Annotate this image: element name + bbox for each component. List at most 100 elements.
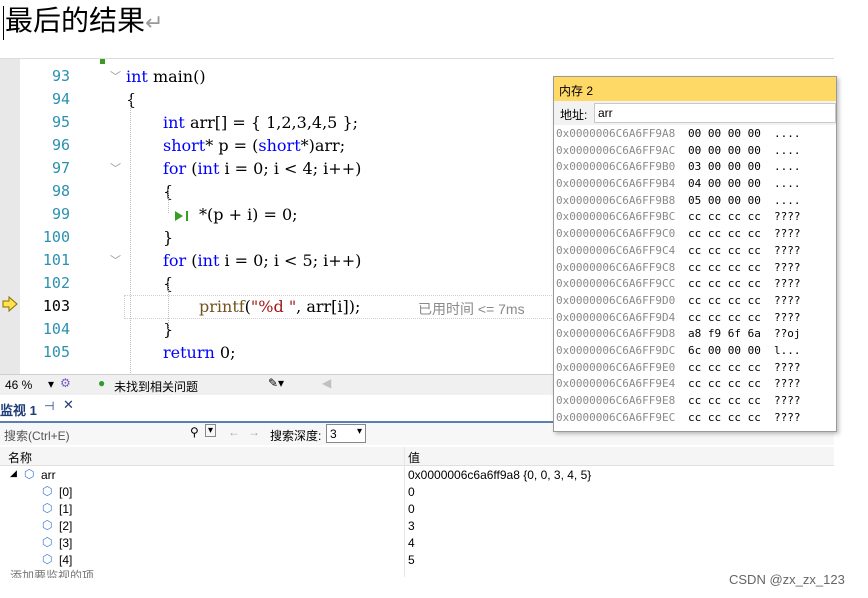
watch-row-value[interactable]: 0x0000006c6a6ff9a8 {0, 0, 3, 4, 5} [408,468,591,482]
tab-watch-1[interactable]: 监视 1 [0,400,37,419]
watch-row-value[interactable]: 5 [408,553,415,567]
memory-row[interactable]: 0x0000006C6A6FF9D8 a8 f9 6f 6a ??oj [556,326,836,343]
column-value-header[interactable]: 值 [408,449,420,466]
code-text: *(p + i) = 0; [199,203,298,226]
memory-row[interactable]: 0x0000006C6A6FF9B8 05 00 00 00.... [556,193,836,210]
watch-row-value[interactable]: 3 [408,519,415,533]
memory-row[interactable]: 0x0000006C6A6FF9DC 6c 00 00 00 l... [556,343,836,360]
memory-address: 0x0000006C6A6FF9B0 [556,160,676,174]
watch-row-element[interactable]: ⬡ [0] 0 [0,484,834,501]
memory-address: 0x0000006C6A6FF9E8 [556,394,676,407]
back-arrow-icon[interactable]: ← [228,425,240,439]
watch-row-arr[interactable]: ◢ ⬡ arr 0x0000006c6a6ff9a8 {0, 0, 3, 4, … [0,467,834,484]
memory-row[interactable]: 0x0000006C6A6FF9E4 cc cc cc cc???? [556,376,836,393]
line-number: 99 [51,205,70,223]
memory-row[interactable]: 0x0000006C6A6FF9D0 cc cc cc cc???? [556,293,836,310]
memory-row[interactable]: 0x0000006C6A6FF9BC cc cc cc cc???? [556,209,836,226]
memory-row[interactable]: 0x0000006C6A6FF9C8 cc cc cc cc???? [556,260,836,277]
memory-bytes: 03 00 00 00 [688,160,761,174]
memory-row[interactable]: 0x0000006C6A6FF9AC 00 00 00 00.... [556,143,836,160]
fold-chevron-icon[interactable]: ﹀ [110,65,121,88]
run-to-click-icon[interactable] [174,209,192,223]
memory-address: 0x0000006C6A6FF9AC [556,143,676,157]
memory-address: 0x0000006C6A6FF9D8 [556,327,676,341]
code-token: main() [147,67,206,86]
zoom-dropdown-icon[interactable]: ▾ [48,377,54,391]
watch-row-element[interactable]: ⬡ [2] 3 [0,518,834,535]
memory-address: 0x0000006C6A6FF9B8 [556,193,676,207]
memory-row[interactable]: 0x0000006C6A6FF9E0 cc cc cc cc???? [556,360,836,377]
watch-row-name: [1] [59,502,73,516]
memory-bytes: a8 f9 6f 6a [688,327,761,341]
memory-row[interactable]: 0x0000006C6A6FF9D4 cc cc cc cc???? [556,310,836,327]
collapse-triangle-icon[interactable]: ◢ [10,468,17,479]
memory-address: 0x0000006C6A6FF9C0 [556,227,676,241]
memory-row[interactable]: 0x0000006C6A6FF9C0 cc cc cc cc???? [556,226,836,243]
elapsed-time-hint: 已用时间 <= 7ms [418,301,525,317]
zoom-level[interactable]: 46 % [5,378,32,392]
memory-chars: l... [774,343,801,357]
memory-row[interactable]: 0x0000006C6A6FF9B4 04 00 00 00.... [556,176,836,193]
column-name-header[interactable]: 名称 [8,449,32,466]
memory-row[interactable]: 0x0000006C6A6FF9A8 00 00 00 00.... [556,126,836,143]
memory-chars: ???? [774,293,801,307]
code-token: i = 0; i < 4; i++) [219,159,362,178]
search-depth-select[interactable]: 3 ▾ [326,424,366,443]
watermark: CSDN @zx_zx_123 [729,572,845,587]
memory-window[interactable]: 内存 2 地址: arr 0x0000006C6A6FF9A8 00 00 00 … [553,76,837,432]
memory-row[interactable]: 0x0000006C6A6FF9C4 cc cc cc cc???? [556,243,836,260]
watch-row-element[interactable]: ⬡ [3] 4 [0,535,834,552]
code-token: return [163,343,215,362]
fold-chevron-icon[interactable]: ﹀ [110,249,121,272]
watch-row-element[interactable]: ⬡ [1] 0 [0,501,834,518]
heading-title: 最后的结果 [5,4,146,37]
variable-cube-icon: ⬡ [42,535,53,549]
pin-icon[interactable]: ⊣ [44,399,54,413]
memory-address: 0x0000006C6A6FF9E0 [556,360,676,374]
code-text: for (int i = 0; i < 4; i++) [163,157,361,180]
search-icon[interactable]: ⚲ [190,425,199,439]
memory-address: 0x0000006C6A6FF9BC [556,210,676,224]
memory-bytes: cc cc cc cc [688,377,761,391]
code-token: int [126,67,148,86]
memory-row[interactable]: 0x0000006C6A6FF9E8 cc cc cc cc???? [556,393,836,410]
memory-address: 0x0000006C6A6FF9C8 [556,260,676,274]
fold-chevron-icon[interactable]: ﹀ [110,157,121,180]
watch-row-name: [4] [59,553,73,567]
watch-row-value[interactable]: 0 [408,502,415,516]
forward-arrow-icon[interactable]: → [248,425,260,439]
watch-row-element[interactable]: ⬡ [4] 5 [0,552,834,569]
issues-status[interactable]: 未找到相关问题 [114,378,198,395]
memory-chars: .... [774,177,801,191]
watch-grid-header: 名称 值 [0,447,834,466]
scroll-left-icon[interactable]: ◀ [322,376,331,390]
add-watch-row[interactable]: 添加要监视的项 [0,569,834,578]
search-input[interactable]: 搜索(Ctrl+E) [4,427,70,444]
line-number: 93 [51,67,70,85]
code-token: ( [186,251,198,270]
code-text: } [163,226,173,249]
address-input[interactable]: arr [594,103,836,123]
memory-title-bar[interactable]: 内存 2 [554,77,836,101]
memory-chars: ???? [774,360,801,374]
watch-row-value[interactable]: 0 [408,485,415,499]
memory-row[interactable]: 0x0000006C6A6FF9CC cc cc cc cc???? [556,276,836,293]
memory-row[interactable]: 0x0000006C6A6FF9B0 03 00 00 00.... [556,159,836,176]
memory-title: 内存 2 [559,84,594,98]
watch-row-value[interactable]: 4 [408,536,415,550]
chevron-down-icon: ▾ [356,426,362,437]
code-cleanup-icon[interactable]: ✎▾ [268,376,284,390]
add-watch-placeholder[interactable]: 添加要监视的项 [10,569,94,578]
line-number: 105 [42,343,70,361]
memory-address: 0x0000006C6A6FF9CC [556,277,676,291]
code-token: ( [186,159,198,178]
search-options-dropdown[interactable]: ▾ [205,424,217,437]
watch-row-name: [2] [59,519,73,533]
watch-row-name: arr [41,468,56,482]
variable-cube-icon: ⬡ [42,552,53,566]
code-token: int [197,159,220,178]
close-icon[interactable]: ✕ [63,398,74,413]
memory-row[interactable]: 0x0000006C6A6FF9EC cc cc cc cc???? [556,410,836,427]
memory-address: 0x0000006C6A6FF9B4 [556,177,676,191]
memory-chars: ???? [774,310,801,324]
